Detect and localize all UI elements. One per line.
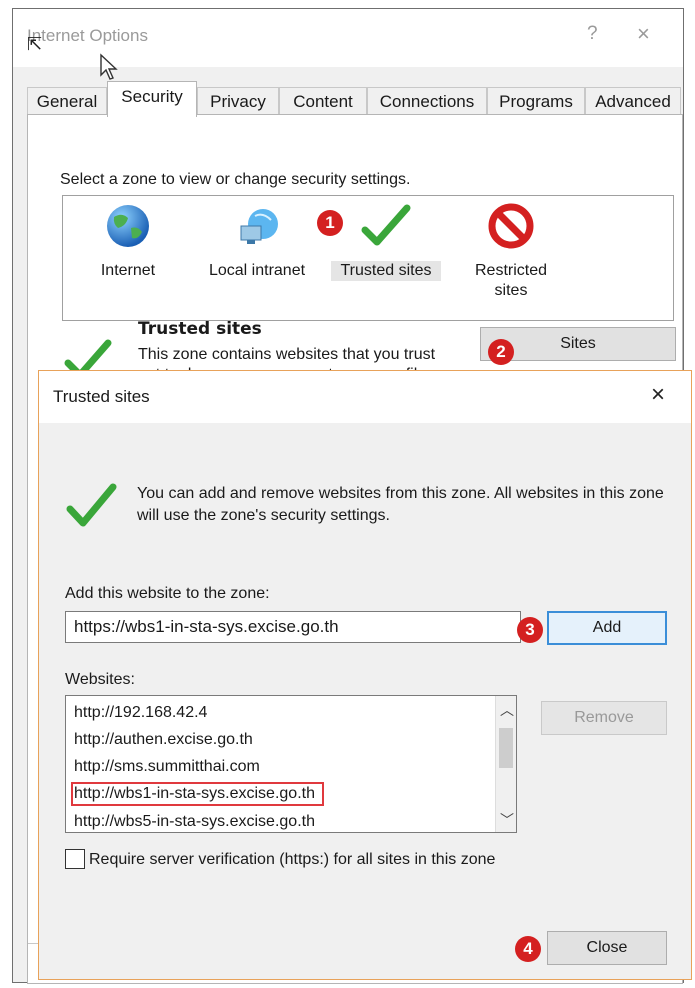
add-button[interactable]: Add	[547, 611, 667, 645]
scrollbar[interactable]: ︿ ﹀	[495, 696, 516, 832]
zone-label: Restricted sites	[474, 262, 548, 299]
window-title: Internet Options	[27, 26, 148, 45]
zone-instruction: Select a zone to view or change security…	[60, 171, 411, 188]
dialog-title: Trusted sites	[53, 387, 150, 406]
step-marker-3: 3	[517, 617, 543, 643]
websites-label: Websites:	[65, 671, 135, 688]
tab-advanced[interactable]: Advanced	[585, 87, 681, 115]
step-marker-4: 4	[515, 936, 541, 962]
zone-internet[interactable]: Internet	[93, 202, 163, 281]
zone-label: Internet	[100, 262, 156, 279]
close-button[interactable]: Close	[547, 931, 667, 965]
list-item[interactable]: http://wbs5-in-sta-sys.excise.go.th	[74, 813, 315, 831]
step-marker-1: 1	[317, 210, 343, 236]
dialog-close-icon[interactable]: ×	[651, 381, 665, 409]
remove-button[interactable]: Remove	[541, 701, 667, 735]
tab-security[interactable]: Security	[107, 81, 197, 117]
step-marker-2: 2	[488, 339, 514, 365]
help-button[interactable]: ?	[587, 23, 598, 45]
zone-restricted-sites[interactable]: Restricted sites	[461, 202, 561, 301]
cursor-icon: ⇱	[27, 34, 43, 54]
list-item-highlighted[interactable]: http://wbs1-in-sta-sys.excise.go.th	[71, 782, 324, 806]
trusted-sites-dialog: Trusted sites × You can add and remove w…	[38, 370, 692, 980]
close-window-button[interactable]: ×	[637, 21, 650, 47]
chevron-down-icon[interactable]: ﹀	[500, 810, 514, 830]
zone-label: Local intranet	[208, 262, 306, 279]
zone-title: Trusted sites	[138, 319, 262, 339]
zone-label: Trusted sites	[331, 261, 441, 281]
require-verification-checkbox[interactable]	[65, 849, 85, 869]
tab-strip: General Security Privacy Content Connect…	[27, 81, 681, 117]
checkmark-icon	[361, 204, 411, 246]
mouse-pointer-icon	[100, 53, 118, 80]
tab-connections[interactable]: Connections	[367, 87, 487, 115]
tab-programs[interactable]: Programs	[487, 87, 585, 115]
add-website-label: Add this website to the zone:	[65, 585, 270, 602]
tab-privacy[interactable]: Privacy	[197, 87, 279, 115]
list-item[interactable]: http://192.168.42.4	[74, 704, 207, 722]
intranet-icon	[240, 209, 278, 244]
list-item[interactable]: http://sms.summitthai.com	[74, 758, 260, 776]
globe-icon	[107, 205, 149, 247]
tab-content[interactable]: Content	[279, 87, 367, 115]
title-bar: Internet Options ? × ⇱	[13, 9, 683, 80]
require-verification-label: Require server verification (https:) for…	[89, 851, 496, 868]
info-text: You can add and remove websites from thi…	[137, 485, 664, 524]
list-item[interactable]: http://authen.excise.go.th	[74, 731, 253, 749]
checkmark-icon	[66, 483, 117, 527]
zone-local-intranet[interactable]: Local intranet	[199, 202, 315, 281]
dialog-title-bar: Trusted sites ×	[39, 371, 691, 423]
chevron-up-icon[interactable]: ︿	[500, 700, 514, 720]
zone-trusted-sites[interactable]: Trusted sites	[331, 202, 441, 281]
scroll-thumb[interactable]	[499, 728, 513, 768]
restricted-icon	[488, 203, 534, 249]
tab-general[interactable]: General	[27, 87, 107, 115]
zone-selector: Internet Local intranet Trusted sites Re…	[62, 195, 674, 321]
website-url-input[interactable]	[65, 611, 521, 643]
websites-list[interactable]: http://192.168.42.4 http://authen.excise…	[65, 695, 517, 833]
